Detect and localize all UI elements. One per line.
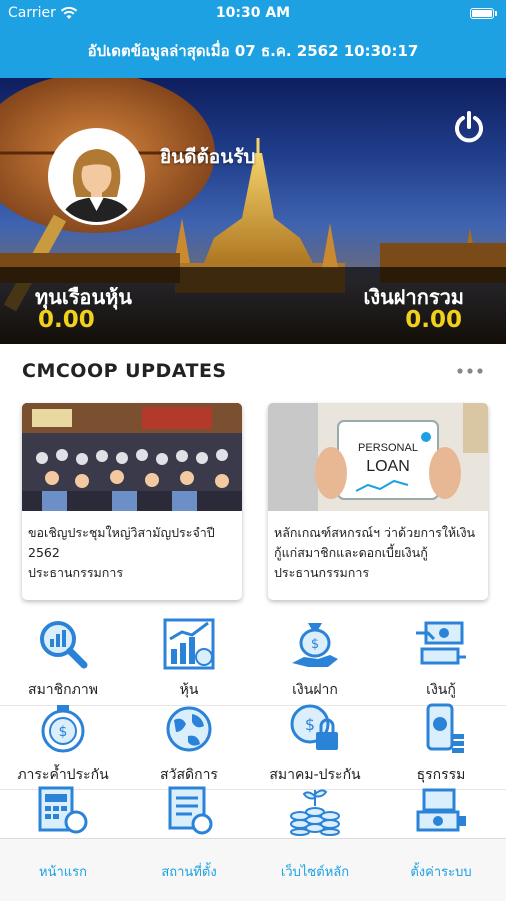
power-icon[interactable] bbox=[452, 110, 486, 144]
news-card-line: กู้แก่สมาชิกและดอกเบี้ยเงินกู้ bbox=[274, 545, 428, 560]
menu-label: สมาคม-ประกัน bbox=[269, 767, 361, 783]
menu-label: เงินกู้ bbox=[426, 682, 456, 698]
receipt-coin-icon[interactable] bbox=[162, 786, 216, 836]
news-card-line: ประธานกรรมการ bbox=[28, 565, 124, 580]
news-card-line: ขอเชิญประชุมใหญ่วิสามัญประจำปี bbox=[28, 525, 215, 540]
clock: 10:30 AM bbox=[215, 5, 291, 21]
news-card-line: ประธานกรรมการ bbox=[274, 565, 370, 580]
tab-location[interactable]: สถานที่ตั้ง bbox=[126, 861, 252, 882]
shares-value: 0.00 bbox=[38, 307, 95, 333]
tab-home[interactable]: หน้าแรก bbox=[0, 861, 126, 882]
news-card-line: หลักเกณฑ์สหกรณ์ฯ ว่าด้วยการให้เงิน bbox=[274, 525, 476, 540]
menu-label: ธุรกรรม bbox=[416, 767, 466, 783]
news-card[interactable]: PERSONAL LOAN หลักเกณฑ์สหกรณ์ฯ ว่าด้วยกา… bbox=[268, 403, 488, 600]
cash-hand-icon bbox=[416, 621, 466, 665]
menu-label: หุ้น bbox=[179, 682, 199, 698]
status-bar: Carrier 10:30 AM bbox=[0, 0, 506, 28]
coin-lock-icon: $ bbox=[290, 704, 338, 750]
mobile-payment-icon bbox=[426, 703, 464, 753]
magnifier-chart-icon bbox=[40, 621, 88, 669]
avatar[interactable] bbox=[48, 128, 145, 225]
svg-text:$: $ bbox=[59, 724, 68, 740]
coin-clock-icon: $ bbox=[41, 705, 85, 753]
profile-header: ยินดีต้อนรับ ทุนเรือนหุ้น 0.00 เงินฝากรว… bbox=[0, 78, 506, 344]
menu-label: เงินฝาก bbox=[292, 682, 338, 698]
tab-settings[interactable]: ตั้งค่าระบบ bbox=[378, 861, 504, 882]
calculator-document-icon[interactable] bbox=[36, 786, 90, 836]
user-avatar-icon bbox=[51, 131, 142, 222]
welcome-text: ยินดีต้อนรับ bbox=[160, 146, 256, 168]
battery-icon bbox=[470, 8, 497, 19]
balance-summary: ทุนเรือนหุ้น 0.00 เงินฝากรวม 0.00 bbox=[0, 267, 506, 344]
menu-transactions[interactable]: ธุรกรรม bbox=[378, 702, 504, 786]
more-icon[interactable] bbox=[456, 366, 484, 376]
menu-guarantee[interactable]: $ ภาระค้ำประกัน bbox=[0, 702, 126, 786]
personal-loan-photo: PERSONAL LOAN bbox=[268, 403, 488, 511]
news-card-line: 2562 bbox=[28, 545, 60, 560]
menu-membership[interactable]: สมาชิกภาพ bbox=[0, 617, 126, 701]
bottom-tab-bar: หน้าแรก สถานที่ตั้ง เว็บไซต์หลัก ตั้งค่า… bbox=[0, 838, 506, 901]
last-update-banner: อัปเดตข้อมูลล่าสุดเมื่อ 07 ธ.ค. 2562 10:… bbox=[0, 28, 506, 78]
updates-section-title: CMCOOP UPDATES bbox=[22, 360, 227, 382]
coin-stack-plant-icon[interactable] bbox=[288, 786, 342, 836]
menu-shares[interactable]: หุ้น bbox=[126, 617, 252, 701]
growth-chart-icon bbox=[163, 618, 215, 670]
menu-association[interactable]: $ สมาคม-ประกัน bbox=[252, 702, 378, 786]
tab-website[interactable]: เว็บไซต์หลัก bbox=[252, 861, 378, 882]
menu-label: สมาชิกภาพ bbox=[28, 682, 98, 698]
globe-icon bbox=[166, 706, 212, 752]
cash-transfer-icon[interactable] bbox=[414, 786, 468, 836]
news-card-text: หลักเกณฑ์สหกรณ์ฯ ว่าด้วยการให้เงิน กู้แก… bbox=[274, 523, 484, 583]
deposit-value: 0.00 bbox=[405, 307, 462, 333]
meeting-photo bbox=[22, 403, 242, 511]
loan-image-text: LOAN bbox=[366, 458, 410, 475]
news-card[interactable]: ขอเชิญประชุมใหญ่วิสามัญประจำปี 2562 ประธ… bbox=[22, 403, 242, 600]
svg-text:$: $ bbox=[305, 715, 315, 734]
money-bag-hand-icon: $ bbox=[292, 623, 338, 667]
menu-label: ภาระค้ำประกัน bbox=[17, 767, 109, 783]
news-card-text: ขอเชิญประชุมใหญ่วิสามัญประจำปี 2562 ประธ… bbox=[28, 523, 238, 583]
menu-welfare[interactable]: สวัสดิการ bbox=[126, 702, 252, 786]
svg-text:$: $ bbox=[311, 637, 319, 652]
menu-loan[interactable]: เงินกู้ bbox=[378, 617, 504, 701]
menu-deposit[interactable]: $ เงินฝาก bbox=[252, 617, 378, 701]
loan-image-text: PERSONAL bbox=[358, 442, 418, 454]
menu-label: สวัสดิการ bbox=[160, 767, 218, 783]
